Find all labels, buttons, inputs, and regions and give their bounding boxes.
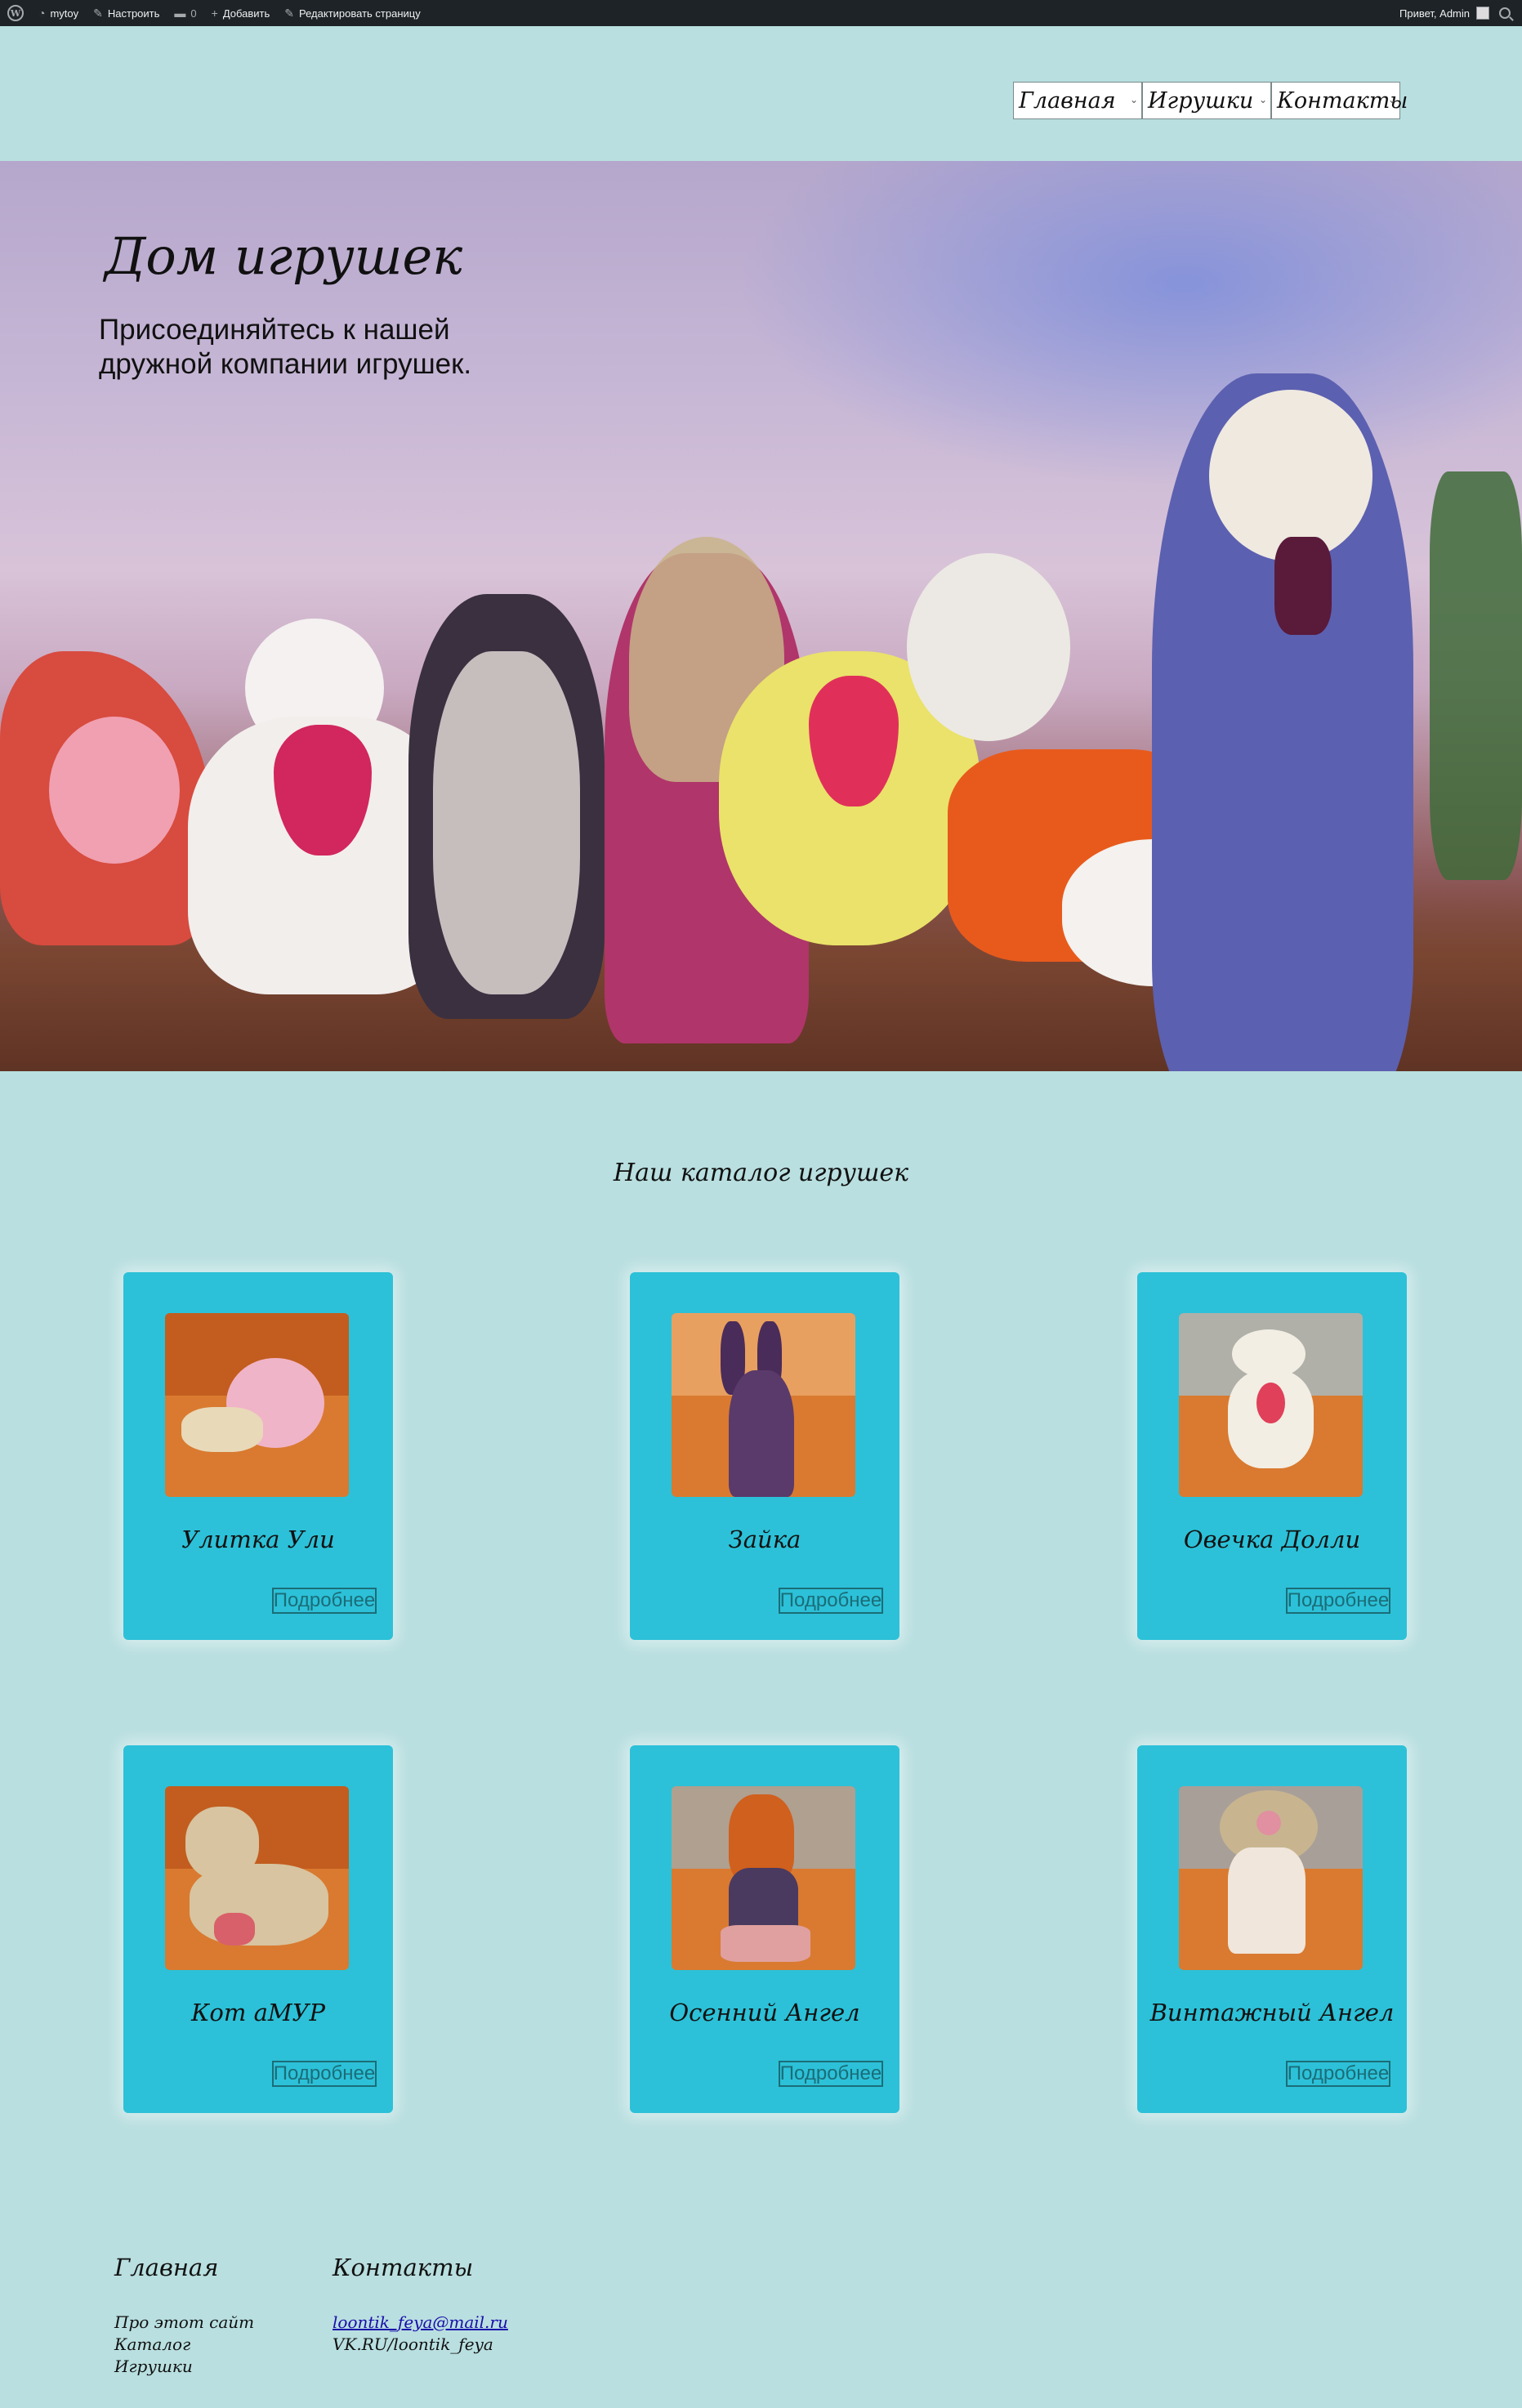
more-button[interactable]: Подробнее <box>779 2061 883 2087</box>
comments-count: 0 <box>190 7 197 20</box>
site-name-link[interactable]: ◔ mytoy <box>31 0 86 26</box>
hero-banner: Дом игрушек Присоединяйтесь к нашей друж… <box>0 161 1522 1071</box>
toy-image[interactable] <box>165 1786 349 1970</box>
toy-name: Улитка Ули <box>181 1526 335 1553</box>
customize-link[interactable]: ✎ Настроить <box>86 0 167 26</box>
nav-item-contacts[interactable]: Контакты ⌄ <box>1271 82 1408 119</box>
greeting-text: Привет, Admin <box>1399 7 1470 20</box>
more-button[interactable]: Подробнее <box>272 2061 377 2087</box>
footer-link-about[interactable]: Про этот сайт <box>114 2312 254 2332</box>
main-nav: Главная ⌄ Игрушки ⌄ Контакты ⌄ <box>1013 82 1408 119</box>
wordpress-menu[interactable]: W <box>0 0 31 26</box>
nav-label: Главная <box>1019 87 1116 114</box>
toy-name: Осенний Ангел <box>669 1999 860 2026</box>
catalog-card[interactable]: Кот аМУР Подробнее <box>123 1745 393 2113</box>
account-menu[interactable]: Привет, Admin <box>1399 7 1489 20</box>
more-button[interactable]: Подробнее <box>1286 2061 1390 2087</box>
new-label: Добавить <box>222 7 270 20</box>
toy-image[interactable] <box>672 1786 855 1970</box>
customize-label: Настроить <box>107 7 160 20</box>
comments-link[interactable]: ▬ 0 <box>167 0 203 26</box>
toy-image[interactable] <box>672 1313 855 1497</box>
footer-vk-link[interactable]: VK.RU/loontik_feya <box>333 2334 493 2354</box>
more-button[interactable]: Подробнее <box>779 1588 883 1614</box>
footer-heading-home[interactable]: Главная <box>114 2254 218 2281</box>
edit-page-link[interactable]: ✎ Редактировать страницу <box>277 0 427 26</box>
chevron-down-icon: ⌄ <box>1129 94 1138 105</box>
nav-item-toys[interactable]: Игрушки ⌄ <box>1142 82 1271 119</box>
hero-background-glow <box>735 161 1522 488</box>
dashboard-icon: ◔ <box>38 7 46 20</box>
footer-link-catalog[interactable]: Каталог <box>114 2334 190 2354</box>
footer-email-link[interactable]: loontik_feya@mail.ru <box>333 2312 508 2332</box>
footer-heading-contacts: Контакты <box>333 2254 474 2281</box>
chevron-down-icon: ⌄ <box>1258 94 1267 105</box>
plus-icon: + <box>211 7 218 20</box>
wordpress-logo-icon: W <box>7 5 24 21</box>
comment-icon: ▬ <box>174 7 186 20</box>
catalog-card[interactable]: Зайка Подробнее <box>630 1272 899 1640</box>
chevron-down-icon: ⌄ <box>1387 94 1396 105</box>
toy-image[interactable] <box>1179 1313 1363 1497</box>
brush-icon: ✎ <box>93 6 103 20</box>
hero-subtitle: Присоединяйтесь к нашей дружной компании… <box>99 314 472 380</box>
catalog-card[interactable]: Улитка Ули Подробнее <box>123 1272 393 1640</box>
pencil-icon: ✎ <box>284 6 295 20</box>
toy-image[interactable] <box>165 1313 349 1497</box>
new-content-link[interactable]: + Добавить <box>204 0 278 26</box>
catalog-card[interactable]: Винтажный Ангел Подробнее <box>1137 1745 1407 2113</box>
catalog-card[interactable]: Осенний Ангел Подробнее <box>630 1745 899 2113</box>
toy-image[interactable] <box>1179 1786 1363 1970</box>
catalog-title: Наш каталог игрушек <box>613 1159 909 1187</box>
nav-item-home[interactable]: Главная ⌄ <box>1013 82 1142 119</box>
search-icon[interactable] <box>1499 7 1511 19</box>
edit-page-label: Редактировать страницу <box>299 7 421 20</box>
footer-link-toys[interactable]: Игрушки <box>114 2357 193 2376</box>
catalog-card[interactable]: Овечка Долли Подробнее <box>1137 1272 1407 1640</box>
toy-name: Винтажный Ангел <box>1149 1999 1395 2026</box>
toy-name: Овечка Долли <box>1183 1526 1361 1553</box>
site-name: mytoy <box>50 7 79 20</box>
admin-bar: W ◔ mytoy ✎ Настроить ▬ 0 + Добавить ✎ Р… <box>0 0 1522 26</box>
toy-name: Зайка <box>728 1526 801 1553</box>
more-button[interactable]: Подробнее <box>1286 1588 1390 1614</box>
avatar <box>1476 7 1489 20</box>
more-button[interactable]: Подробнее <box>272 1588 377 1614</box>
nav-label: Игрушки <box>1148 87 1254 114</box>
hero-title: Дом игрушек <box>105 226 463 286</box>
toy-name: Кот аМУР <box>190 1999 326 2026</box>
